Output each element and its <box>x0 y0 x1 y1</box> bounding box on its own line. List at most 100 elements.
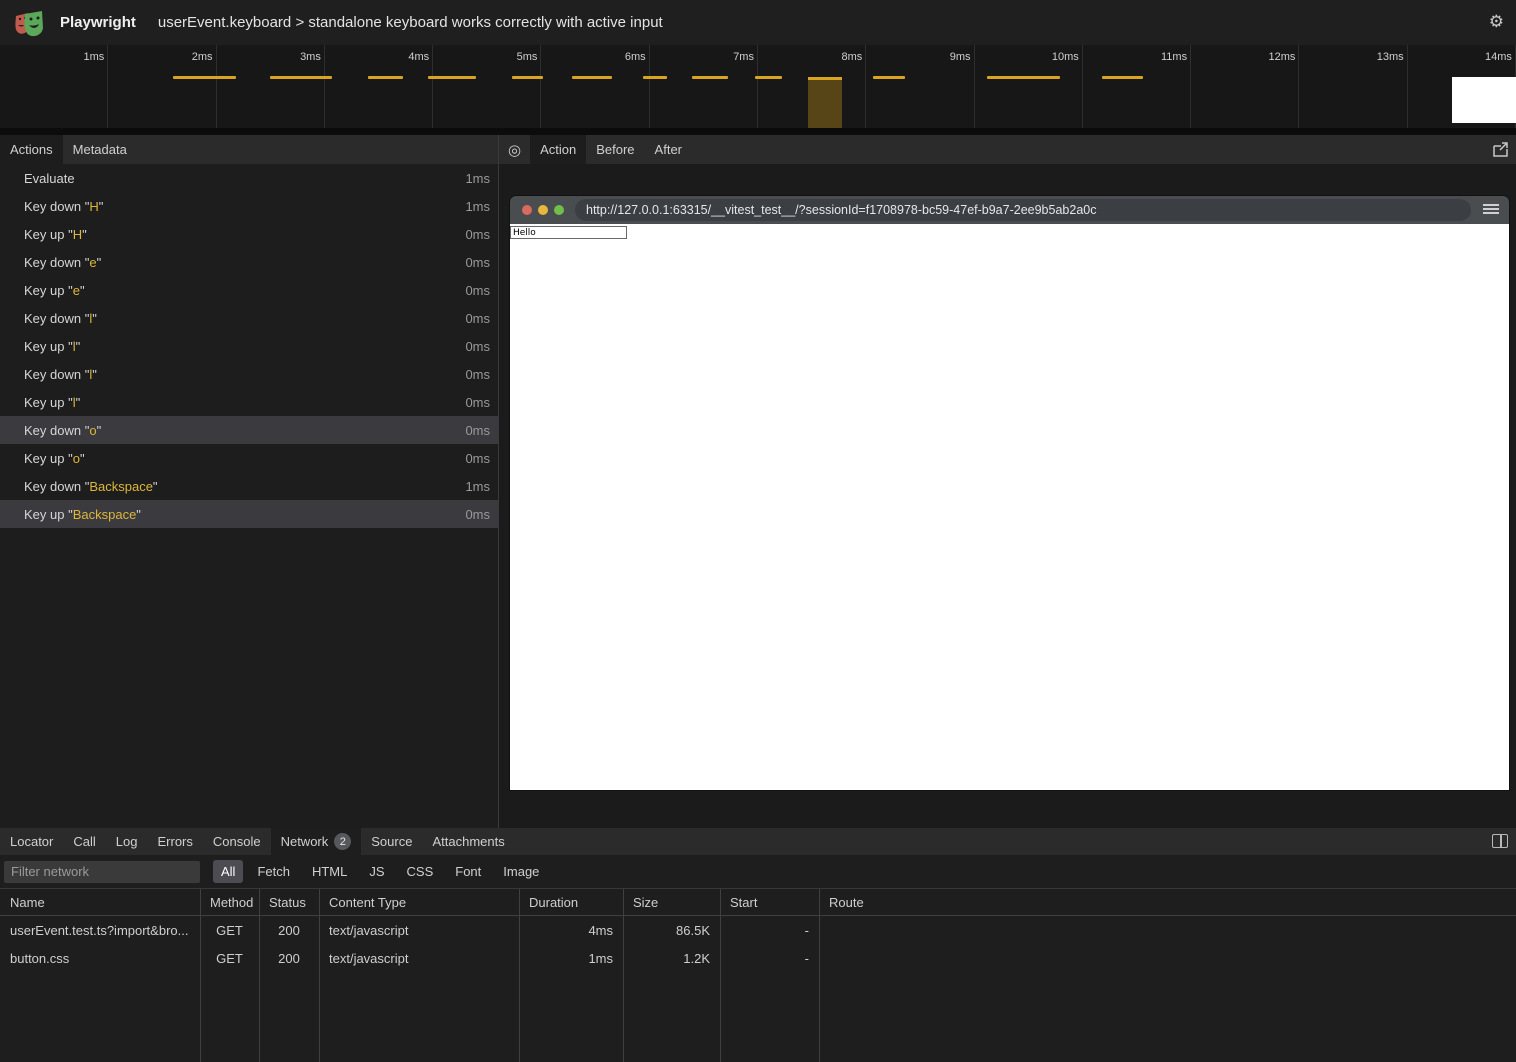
request-cell: 200 <box>259 951 319 966</box>
action-label: Key down "e" <box>24 255 101 270</box>
network-request-row[interactable]: button.cssGET200text/javascript1ms1.2K- <box>0 944 1516 972</box>
request-cell: GET <box>200 923 259 938</box>
bottom-tab-errors[interactable]: Errors <box>147 828 202 855</box>
request-cell: button.css <box>0 951 200 966</box>
bottom-tab-console[interactable]: Console <box>203 828 271 855</box>
network-toolbar: All Fetch HTML JS CSSFont Image <box>0 855 1516 888</box>
traffic-light-yellow-icon <box>538 205 548 215</box>
column-header-content-type[interactable]: Content Type <box>319 895 519 910</box>
tab-actions[interactable]: Actions <box>0 135 63 164</box>
timeline-action-marker <box>755 76 782 79</box>
bottom-tab-label: Network <box>281 834 329 849</box>
resource-filter-chip-font[interactable]: Font <box>447 860 489 883</box>
traffic-light-red-icon <box>522 205 532 215</box>
timeline-tick-label: 13ms <box>1377 51 1404 63</box>
column-header-duration[interactable]: Duration <box>519 895 623 910</box>
timeline-segment: 13ms <box>1299 45 1407 128</box>
hello-text-input[interactable] <box>510 226 627 239</box>
filter-network-input[interactable] <box>4 861 200 883</box>
bottom-tab-network[interactable]: Network2 <box>271 828 362 855</box>
action-list-item[interactable]: Key down "e"0ms <box>0 248 498 276</box>
open-snapshot-popout-icon[interactable] <box>1493 142 1508 157</box>
bottom-tab-locator[interactable]: Locator <box>0 828 63 855</box>
bottom-tab-log[interactable]: Log <box>106 828 148 855</box>
action-list-item[interactable]: Evaluate1ms <box>0 164 498 192</box>
action-list-item[interactable]: Key up "Backspace"0ms <box>0 500 498 528</box>
timeline-tick-label: 11ms <box>1161 51 1187 63</box>
column-header-status[interactable]: Status <box>259 895 319 910</box>
action-list-item[interactable]: Key up "l"0ms <box>0 388 498 416</box>
bottom-tab-label: Log <box>116 834 138 849</box>
timeline-segment: 10ms <box>975 45 1083 128</box>
action-label: Key down "l" <box>24 367 97 382</box>
timeline-segment: 4ms <box>325 45 433 128</box>
snapshot-panel: ◎ Action Before After http://127.0.0.1:6… <box>499 135 1516 828</box>
timeline-segment: 12ms <box>1191 45 1299 128</box>
action-list-item[interactable]: Key down "l"0ms <box>0 360 498 388</box>
bottom-tab-label: Attachments <box>432 834 504 849</box>
column-header-start[interactable]: Start <box>720 895 819 910</box>
network-request-row[interactable]: userEvent.test.ts?import&bro...GET200tex… <box>0 916 1516 944</box>
action-list-item[interactable]: Key down "o"0ms <box>0 416 498 444</box>
tab-action[interactable]: Action <box>530 135 586 164</box>
tab-before[interactable]: Before <box>586 135 644 164</box>
timeline-tick-label: 9ms <box>950 51 971 63</box>
bottom-tabbar: Locator Call Log Errors ConsoleNetwork2Sourc… <box>0 828 1516 855</box>
action-duration: 0ms <box>465 507 490 522</box>
request-cell: 200 <box>259 923 319 938</box>
timeline-action-marker <box>572 76 612 79</box>
action-duration: 1ms <box>465 479 490 494</box>
action-key-name: l <box>73 395 76 410</box>
column-header-size[interactable]: Size <box>623 895 720 910</box>
request-cell: 86.5K <box>623 923 720 938</box>
browser-window: http://127.0.0.1:63315/__vitest_test__/?… <box>510 196 1509 790</box>
action-label: Key up "e" <box>24 283 85 298</box>
column-header-method[interactable]: Method <box>200 895 259 910</box>
request-cell: GET <box>200 951 259 966</box>
timeline-segment: 3ms <box>217 45 325 128</box>
resource-filter-chip-js[interactable]: JS <box>361 860 392 883</box>
action-list-item[interactable]: Key up "l"0ms <box>0 332 498 360</box>
request-cell: - <box>720 923 819 938</box>
action-list-item[interactable]: Key down "l"0ms <box>0 304 498 332</box>
timeline-segment: 9ms <box>866 45 974 128</box>
timeline-action-marker <box>368 76 403 79</box>
resource-filter-chip-html[interactable]: HTML <box>304 860 355 883</box>
toggle-layout-columns-icon[interactable] <box>1492 834 1508 848</box>
action-list-item[interactable]: Key up "e"0ms <box>0 276 498 304</box>
column-header-name[interactable]: Name <box>0 895 200 910</box>
resource-filter-chip-image[interactable]: Image <box>495 860 547 883</box>
tab-metadata[interactable]: Metadata <box>63 135 137 164</box>
pick-locator-target-icon[interactable]: ◎ <box>499 135 530 164</box>
trace-viewer: Playwright userEvent.keyboard > standalo… <box>0 0 1516 1062</box>
action-list-item[interactable]: Key down "Backspace"1ms <box>0 472 498 500</box>
timeline-tick-label: 14ms <box>1485 51 1512 63</box>
bottom-tab-call[interactable]: Call <box>63 828 105 855</box>
timeline-filmstrip-thumbnail[interactable] <box>1452 77 1516 123</box>
resource-filter-chip-fetch[interactable]: Fetch <box>249 860 298 883</box>
playwright-logo-icon <box>12 8 46 38</box>
resource-filter-chip-css[interactable]: CSS <box>399 860 442 883</box>
action-list-item[interactable]: Key up "o"0ms <box>0 444 498 472</box>
timeline-tick-label: 4ms <box>408 51 429 63</box>
resource-filter-chip-all[interactable]: All <box>213 860 243 883</box>
timeline-tick-label: 3ms <box>300 51 321 63</box>
browser-chrome: http://127.0.0.1:63315/__vitest_test__/?… <box>510 196 1509 224</box>
bottom-tab-attachments[interactable]: Attachments <box>422 828 514 855</box>
actions-panel: Actions Metadata Evaluate1msKey down "H"… <box>0 135 499 828</box>
action-list-item[interactable]: Key down "H"1ms <box>0 192 498 220</box>
request-cell: 1.2K <box>623 951 720 966</box>
page-snapshot <box>510 224 1509 790</box>
action-key-name: o <box>73 451 80 466</box>
bottom-tab-label: Locator <box>10 834 53 849</box>
timeline-action-marker <box>1102 76 1143 79</box>
settings-gear-icon[interactable]: ⚙ <box>1489 13 1504 31</box>
timeline-strip[interactable]: 1ms2ms3ms4ms5ms6ms7ms8ms9ms10ms11ms12ms1… <box>0 45 1516 128</box>
tab-after[interactable]: After <box>645 135 692 164</box>
timeline-tick-label: 12ms <box>1268 51 1295 63</box>
bottom-tab-label: Errors <box>157 834 192 849</box>
column-header-route[interactable]: Route <box>819 895 1516 910</box>
bottom-tab-source[interactable]: Source <box>361 828 422 855</box>
timeline-tick-label: 5ms <box>517 51 538 63</box>
action-list-item[interactable]: Key up "H"0ms <box>0 220 498 248</box>
